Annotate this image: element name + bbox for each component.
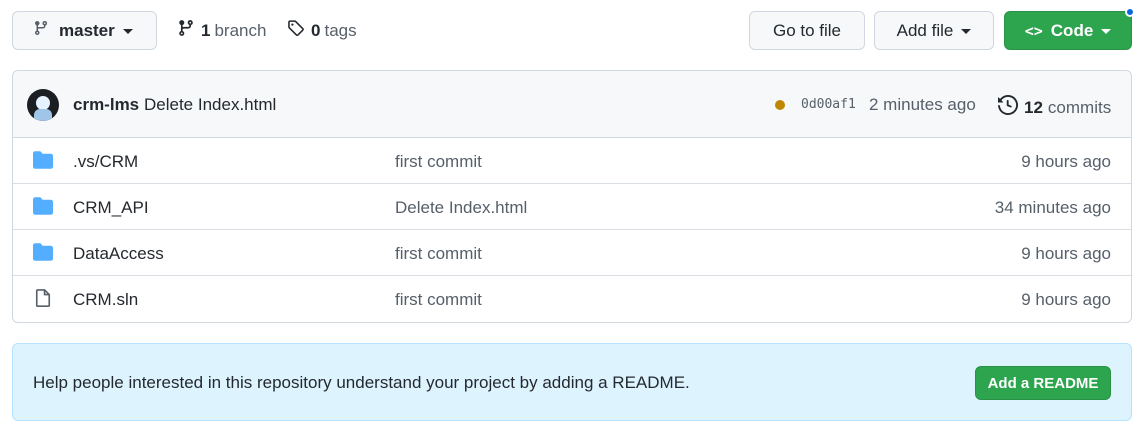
file-name-link[interactable]: .vs/CRM bbox=[73, 152, 138, 172]
commit-message-link[interactable]: Delete Index.html bbox=[144, 95, 276, 115]
chevron-down-icon bbox=[122, 29, 133, 34]
tag-label: tags bbox=[324, 20, 357, 40]
go-to-file-button[interactable]: Go to file bbox=[749, 11, 865, 50]
folder-icon bbox=[33, 243, 53, 261]
chevron-down-icon bbox=[1101, 29, 1112, 34]
avatar-face bbox=[36, 96, 50, 110]
add-readme-button[interactable]: Add a README bbox=[975, 366, 1111, 400]
avatar[interactable] bbox=[27, 89, 59, 121]
file-age: 9 hours ago bbox=[1021, 290, 1111, 309]
branch-name: master bbox=[59, 20, 115, 40]
tag-icon bbox=[287, 19, 305, 42]
commit-count: 12 bbox=[1024, 97, 1043, 117]
commits-label: commits bbox=[1047, 97, 1112, 117]
file-name-link[interactable]: CRM.sln bbox=[73, 290, 138, 310]
latest-commit-bar: crm-lms Delete Index.html 0d00af1 2 minu… bbox=[13, 71, 1131, 138]
readme-prompt-banner: Help people interested in this repositor… bbox=[12, 343, 1132, 421]
commit-sha-link[interactable]: 0d00af1 bbox=[801, 97, 856, 112]
file-row[interactable]: CRM.sln first commit 9 hours ago bbox=[13, 276, 1131, 322]
commits-history-link[interactable]: 12 commits bbox=[998, 94, 1112, 120]
file-commit-message-link[interactable]: first commit bbox=[395, 244, 482, 264]
add-file-label: Add file bbox=[896, 20, 954, 40]
folder-icon bbox=[33, 197, 53, 215]
commit-author-link[interactable]: crm-lms bbox=[73, 95, 139, 115]
branch-count: 1 bbox=[201, 20, 211, 40]
file-age: 9 hours ago bbox=[1021, 152, 1111, 171]
branch-select-button[interactable]: master bbox=[12, 11, 157, 50]
branch-label: branch bbox=[214, 20, 267, 40]
file-age: 34 minutes ago bbox=[994, 198, 1111, 217]
code-button[interactable]: <> Code bbox=[1004, 11, 1132, 50]
file-row[interactable]: DataAccess first commit 9 hours ago bbox=[13, 230, 1131, 276]
commit-status-icon[interactable] bbox=[775, 100, 785, 110]
file-commit-message-link[interactable]: first commit bbox=[395, 290, 482, 310]
history-icon bbox=[998, 94, 1019, 120]
file-row[interactable]: CRM_API Delete Index.html 34 minutes ago bbox=[13, 184, 1131, 230]
readme-prompt-text: Help people interested in this repositor… bbox=[33, 373, 690, 392]
file-name-link[interactable]: CRM_API bbox=[73, 198, 149, 218]
file-browser: crm-lms Delete Index.html 0d00af1 2 minu… bbox=[12, 70, 1132, 323]
branches-link[interactable]: 1 branch bbox=[177, 19, 266, 42]
git-branch-icon bbox=[33, 20, 49, 41]
file-name-link[interactable]: DataAccess bbox=[73, 244, 164, 264]
commit-age: 2 minutes ago bbox=[869, 95, 976, 114]
code-label: Code bbox=[1050, 20, 1094, 40]
chevron-down-icon bbox=[961, 29, 972, 34]
notification-dot bbox=[1125, 7, 1135, 17]
add-file-button[interactable]: Add file bbox=[874, 11, 994, 50]
folder-icon bbox=[33, 151, 53, 169]
repo-toolbar: master 1 branch 0 tags Go to file Add fi… bbox=[0, 0, 1147, 62]
tags-link[interactable]: 0 tags bbox=[287, 19, 357, 42]
file-row[interactable]: .vs/CRM first commit 9 hours ago bbox=[13, 138, 1131, 184]
avatar-body bbox=[34, 109, 52, 121]
file-icon bbox=[33, 289, 53, 307]
tag-count: 0 bbox=[311, 20, 321, 40]
code-icon: <> bbox=[1024, 21, 1043, 40]
file-commit-message-link[interactable]: Delete Index.html bbox=[395, 198, 527, 218]
file-age: 9 hours ago bbox=[1021, 244, 1111, 263]
git-branch-icon bbox=[177, 19, 195, 42]
file-commit-message-link[interactable]: first commit bbox=[395, 152, 482, 172]
